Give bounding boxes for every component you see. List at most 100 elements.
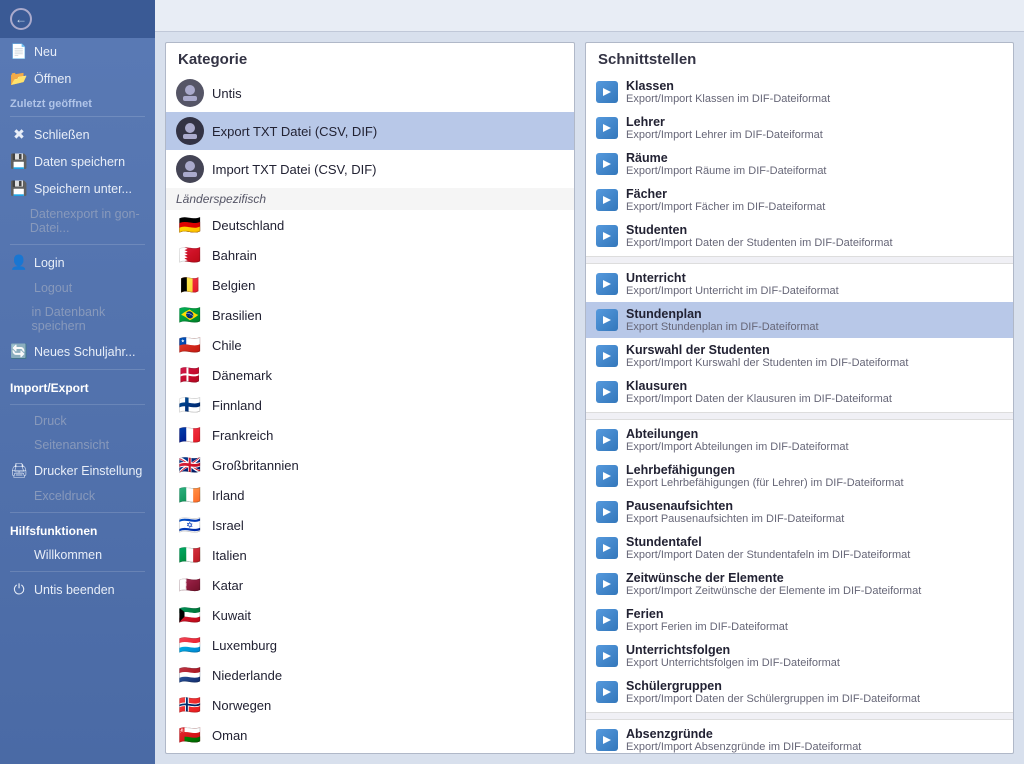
ss-item-desc: Export/Import Räume im DIF-Dateiformat: [626, 165, 827, 177]
sidebar-item-druck: Druck: [0, 409, 155, 433]
ss-item-studenten[interactable]: StudentenExport/Import Daten der Student…: [586, 218, 1013, 254]
sidebar-item-login[interactable]: 👤 Login: [0, 249, 155, 276]
kategorie-item-kuwait[interactable]: 🇰🇼Kuwait: [166, 600, 574, 630]
sidebar-section-import-export[interactable]: Import/Export: [0, 376, 155, 400]
ss-item-desc: Export/Import Absenzgründe im DIF-Dateif…: [626, 741, 861, 753]
kategorie-item-brasilien[interactable]: 🇧🇷Brasilien: [166, 300, 574, 330]
ss-text-block: RäumeExport/Import Räume im DIF-Dateifor…: [626, 151, 827, 177]
kategorie-item-italien[interactable]: 🇮🇹Italien: [166, 540, 574, 570]
save-as-icon: 💾: [10, 180, 28, 197]
ss-item-schuelergruppen[interactable]: SchülergruppenExport/Import Daten der Sc…: [586, 674, 1013, 710]
ss-item-title: Absenzgründe: [626, 727, 861, 741]
ss-text-block: StundenplanExport Stundenplan im DIF-Dat…: [626, 307, 819, 333]
kategorie-item-katar[interactable]: 🇶🇦Katar: [166, 570, 574, 600]
ss-arrow-icon: [596, 573, 618, 595]
kategorie-item-niederlande[interactable]: 🇳🇱Niederlande: [166, 660, 574, 690]
ss-item-desc: Export/Import Kurswahl der Studenten im …: [626, 357, 908, 369]
ss-item-faecher[interactable]: FächerExport/Import Fächer im DIF-Dateif…: [586, 182, 1013, 218]
flag-nl: 🇳🇱: [176, 665, 204, 685]
ss-item-absenzgruende[interactable]: AbsenzgründeExport/Import Absenzgründe i…: [586, 722, 1013, 753]
ss-item-desc: Export Pausenaufsichten im DIF-Dateiform…: [626, 513, 844, 525]
ss-item-lehrer[interactable]: LehrerExport/Import Lehrer im DIF-Dateif…: [586, 110, 1013, 146]
ss-divider: [586, 412, 1013, 420]
ss-item-raeume[interactable]: RäumeExport/Import Räume im DIF-Dateifor…: [586, 146, 1013, 182]
sidebar-item-schliessen[interactable]: ✖ Schließen: [0, 121, 155, 148]
kategorie-item-bahrain[interactable]: 🇧🇭Bahrain: [166, 240, 574, 270]
kategorie-item-israel[interactable]: 🇮🇱Israel: [166, 510, 574, 540]
sidebar-item-in-datenbank: in Datenbank speichern: [0, 300, 155, 338]
ss-item-unterrichtsfolgen[interactable]: UnterrichtsfolgenExport Unterrichtsfolge…: [586, 638, 1013, 674]
divider-3: [10, 369, 145, 370]
ss-item-stundentafel[interactable]: StundentafelExport/Import Daten der Stun…: [586, 530, 1013, 566]
ss-item-title: Stundentafel: [626, 535, 910, 549]
ss-item-kurswahl[interactable]: Kurswahl der StudentenExport/Import Kurs…: [586, 338, 1013, 374]
kategorie-item-frankreich[interactable]: 🇫🇷Frankreich: [166, 420, 574, 450]
kategorie-item-daenemark[interactable]: 🇩🇰Dänemark: [166, 360, 574, 390]
kategorie-item-label: Kuwait: [212, 608, 251, 623]
ss-item-stundenplan[interactable]: StundenplanExport Stundenplan im DIF-Dat…: [586, 302, 1013, 338]
ss-item-desc: Export/Import Unterricht im DIF-Dateifor…: [626, 285, 839, 297]
kategorie-item-norwegen[interactable]: 🇳🇴Norwegen: [166, 690, 574, 720]
kategorie-item-belgien[interactable]: 🇧🇪 Belgien: [166, 270, 574, 300]
kategorie-scroll[interactable]: UntisExport TXT Datei (CSV, DIF)Import T…: [166, 74, 574, 753]
kategorie-item-finnland[interactable]: 🇫🇮Finnland: [166, 390, 574, 420]
ss-item-unterricht[interactable]: UnterrichtExport/Import Unterricht im DI…: [586, 266, 1013, 302]
kategorie-item-luxemburg[interactable]: 🇱🇺Luxemburg: [166, 630, 574, 660]
kategorie-item-irland[interactable]: 🇮🇪Irland: [166, 480, 574, 510]
ss-item-klassen[interactable]: KlassenExport/Import Klassen im DIF-Date…: [586, 74, 1013, 110]
ss-item-title: Stundenplan: [626, 307, 819, 321]
sidebar-item-neues-schuljahr[interactable]: 🔄 Neues Schuljahr...: [0, 338, 155, 365]
kategorie-item-label: Norwegen: [212, 698, 271, 713]
kategorie-item-label: Belgien: [212, 278, 255, 293]
kategorie-item-export-txt[interactable]: Export TXT Datei (CSV, DIF): [166, 112, 574, 150]
divider-5: [10, 512, 145, 513]
printer-icon: 🖨: [10, 462, 28, 479]
schnittstellen-scroll[interactable]: KlassenExport/Import Klassen im DIF-Date…: [586, 74, 1013, 753]
flag-cl: 🇨🇱: [176, 335, 204, 355]
ss-divider: [586, 712, 1013, 720]
ss-item-klausuren[interactable]: KlausurenExport/Import Daten der Klausur…: [586, 374, 1013, 410]
sidebar-item-untis-beenden[interactable]: ⏻ Untis beenden: [0, 576, 155, 603]
kategorie-item-oman[interactable]: 🇴🇲Oman: [166, 720, 574, 750]
flag-dk: 🇩🇰: [176, 365, 204, 385]
sidebar-item-oeffnen[interactable]: 📂 Öffnen: [0, 65, 155, 92]
ss-text-block: LehrerExport/Import Lehrer im DIF-Dateif…: [626, 115, 823, 141]
back-button[interactable]: ←: [0, 0, 155, 38]
ss-item-title: Kurswahl der Studenten: [626, 343, 908, 357]
ss-arrow-icon: [596, 345, 618, 367]
kategorie-item-label: Katar: [212, 578, 243, 593]
sidebar-item-logout: Logout: [0, 276, 155, 300]
ss-text-block: LehrbefähigungenExport Lehrbefähigungen …: [626, 463, 904, 489]
sidebar-item-exceldruck: Exceldruck: [0, 484, 155, 508]
sidebar-item-daten-speichern[interactable]: 💾 Daten speichern: [0, 148, 155, 175]
sidebar-item-speichern-unter[interactable]: 💾 Speichern unter...: [0, 175, 155, 202]
ss-item-ferien[interactable]: FerienExport Ferien im DIF-Dateiformat: [586, 602, 1013, 638]
sidebar-section-hilfsfunktionen[interactable]: Hilfsfunktionen: [0, 519, 155, 543]
sidebar-item-willkommen[interactable]: Willkommen: [0, 543, 155, 567]
open-icon: 📂: [10, 70, 28, 87]
ss-item-title: Studenten: [626, 223, 893, 237]
kategorie-item-chile[interactable]: 🇨🇱Chile: [166, 330, 574, 360]
ss-text-block: Kurswahl der StudentenExport/Import Kurs…: [626, 343, 908, 369]
ss-item-pausenaufsichten[interactable]: PausenaufsichtenExport Pausenaufsichten …: [586, 494, 1013, 530]
ss-item-zeitwuensche[interactable]: Zeitwünsche der ElementeExport/Import Ze…: [586, 566, 1013, 602]
sidebar-item-neu[interactable]: 📄 Neu: [0, 38, 155, 65]
flag-fi: 🇫🇮: [176, 395, 204, 415]
ss-item-lehrbefahigungen[interactable]: LehrbefähigungenExport Lehrbefähigungen …: [586, 458, 1013, 494]
ss-text-block: Zeitwünsche der ElementeExport/Import Ze…: [626, 571, 921, 597]
ss-text-block: StundentafelExport/Import Daten der Stun…: [626, 535, 910, 561]
ss-item-title: Klassen: [626, 79, 830, 93]
ss-item-title: Lehrbefähigungen: [626, 463, 904, 477]
kategorie-item-deutschland[interactable]: 🇩🇪Deutschland: [166, 210, 574, 240]
ss-arrow-icon: [596, 309, 618, 331]
kategorie-item-untis[interactable]: Untis: [166, 74, 574, 112]
kategorie-item-grossbritannien[interactable]: 🇬🇧Großbritannien: [166, 450, 574, 480]
flag-il: 🇮🇱: [176, 515, 204, 535]
sidebar-item-drucker-einstellung[interactable]: 🖨 Drucker Einstellung: [0, 457, 155, 484]
schnittstellen-title: Schnittstellen: [586, 43, 1013, 74]
ss-item-abteilungen[interactable]: AbteilungenExport/Import Abteilungen im …: [586, 422, 1013, 458]
kategorie-item-import-txt[interactable]: Import TXT Datei (CSV, DIF): [166, 150, 574, 188]
flag-be: 🇧🇪: [176, 275, 204, 295]
kategorie-item-label: Irland: [212, 488, 245, 503]
kategorie-item-label: Großbritannien: [212, 458, 299, 473]
